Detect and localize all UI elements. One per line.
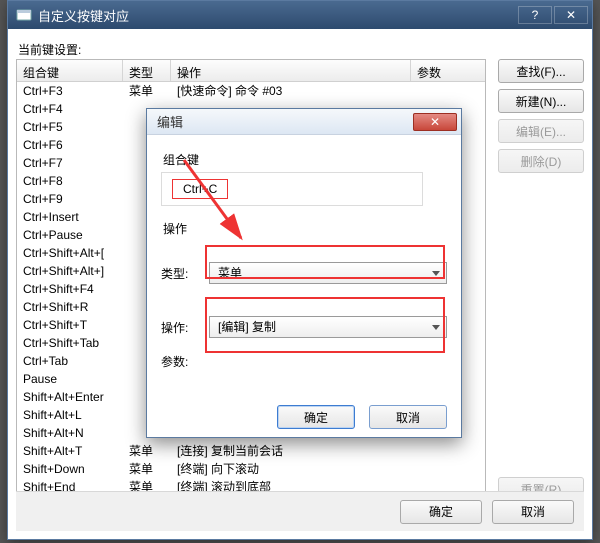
cell-key: Ctrl+Insert: [17, 208, 123, 226]
cell-key: Shift+Down: [17, 460, 123, 478]
op-label: 操作:: [161, 319, 209, 336]
cell-key: Ctrl+Shift+F4: [17, 280, 123, 298]
table-row[interactable]: Shift+Alt+T菜单[连接] 复制当前会话: [17, 442, 485, 460]
cell-key: Ctrl+F4: [17, 100, 123, 118]
group-op-label: 操作: [163, 220, 447, 237]
edit-bottom-bar: 确定 取消: [147, 397, 461, 437]
cell-key: Ctrl+F7: [17, 154, 123, 172]
close-button[interactable]: ✕: [554, 6, 588, 24]
table-row[interactable]: Ctrl+F3菜单[快速命令] 命令 #03: [17, 82, 485, 100]
type-select[interactable]: 菜单: [209, 262, 447, 284]
cell-op: [快速命令] 命令 #03: [171, 82, 411, 100]
col-op[interactable]: 操作: [171, 60, 411, 81]
cell-key: Ctrl+F9: [17, 190, 123, 208]
app-icon: [16, 7, 32, 23]
cell-type: 菜单: [123, 82, 171, 100]
cell-param: [411, 442, 485, 460]
cell-key: Ctrl+F3: [17, 82, 123, 100]
param-label: 参数:: [161, 353, 209, 370]
op-select[interactable]: [编辑] 复制: [209, 316, 447, 338]
cell-param: [411, 460, 485, 478]
cell-op: [终端] 向下滚动: [171, 460, 411, 478]
cell-key: Ctrl+Shift+Tab: [17, 334, 123, 352]
key-value[interactable]: Ctrl+C: [172, 179, 228, 199]
cell-key: Ctrl+F6: [17, 136, 123, 154]
edit-cancel-button[interactable]: 取消: [369, 405, 447, 429]
main-title: 自定义按键对应: [38, 6, 129, 25]
col-param[interactable]: 参数: [411, 60, 485, 81]
delete-button[interactable]: 删除(D): [498, 149, 584, 173]
cell-type: 菜单: [123, 460, 171, 478]
main-cancel-button[interactable]: 取消: [492, 500, 574, 524]
cell-param: [411, 82, 485, 100]
edit-body: 组合键 Ctrl+C 操作 类型: 菜单 操作: [编辑] 复制 参数:: [161, 145, 447, 391]
help-button[interactable]: ?: [518, 6, 552, 24]
current-settings-label: 当前键设置:: [18, 41, 584, 58]
edit-dialog: 编辑 ✕ 组合键 Ctrl+C 操作 类型: 菜单 操作: [编辑] 复制 参数…: [146, 108, 462, 438]
main-bottom-bar: 确定 取消: [16, 491, 584, 531]
col-key[interactable]: 组合键: [17, 60, 123, 81]
cell-key: Ctrl+Tab: [17, 352, 123, 370]
cell-key: Ctrl+Shift+Alt+[: [17, 244, 123, 262]
main-ok-button[interactable]: 确定: [400, 500, 482, 524]
param-row: 参数:: [161, 347, 447, 375]
cell-key: Ctrl+Pause: [17, 226, 123, 244]
new-button[interactable]: 新建(N)...: [498, 89, 584, 113]
side-buttons: 查找(F)... 新建(N)... 编辑(E)... 删除(D): [498, 59, 584, 179]
type-row: 类型: 菜单: [161, 259, 447, 287]
cell-type: 菜单: [123, 442, 171, 460]
edit-ok-button[interactable]: 确定: [277, 405, 355, 429]
edit-button[interactable]: 编辑(E)...: [498, 119, 584, 143]
find-button[interactable]: 查找(F)...: [498, 59, 584, 83]
edit-close-button[interactable]: ✕: [413, 113, 457, 131]
cell-key: Ctrl+F5: [17, 118, 123, 136]
cell-key: Shift+Alt+T: [17, 442, 123, 460]
cell-op: [连接] 复制当前会话: [171, 442, 411, 460]
cell-key: Shift+Alt+Enter: [17, 388, 123, 406]
list-header: 组合键 类型 操作 参数: [17, 60, 485, 82]
key-box: Ctrl+C: [161, 172, 423, 206]
op-row: 操作: [编辑] 复制: [161, 313, 447, 341]
type-label: 类型:: [161, 265, 209, 282]
cell-key: Ctrl+Shift+R: [17, 298, 123, 316]
cell-key: Ctrl+Shift+Alt+]: [17, 262, 123, 280]
col-type[interactable]: 类型: [123, 60, 171, 81]
main-title-bar: 自定义按键对应 ? ✕: [8, 1, 592, 29]
cell-key: Shift+Alt+L: [17, 406, 123, 424]
group-key-label: 组合键: [163, 151, 447, 168]
table-row[interactable]: Shift+Down菜单[终端] 向下滚动: [17, 460, 485, 478]
cell-key: Pause: [17, 370, 123, 388]
cell-key: Ctrl+Shift+T: [17, 316, 123, 334]
cell-key: Shift+Alt+N: [17, 424, 123, 442]
edit-title: 编辑: [157, 112, 183, 131]
edit-title-bar: 编辑 ✕: [147, 109, 461, 135]
cell-key: Ctrl+F8: [17, 172, 123, 190]
